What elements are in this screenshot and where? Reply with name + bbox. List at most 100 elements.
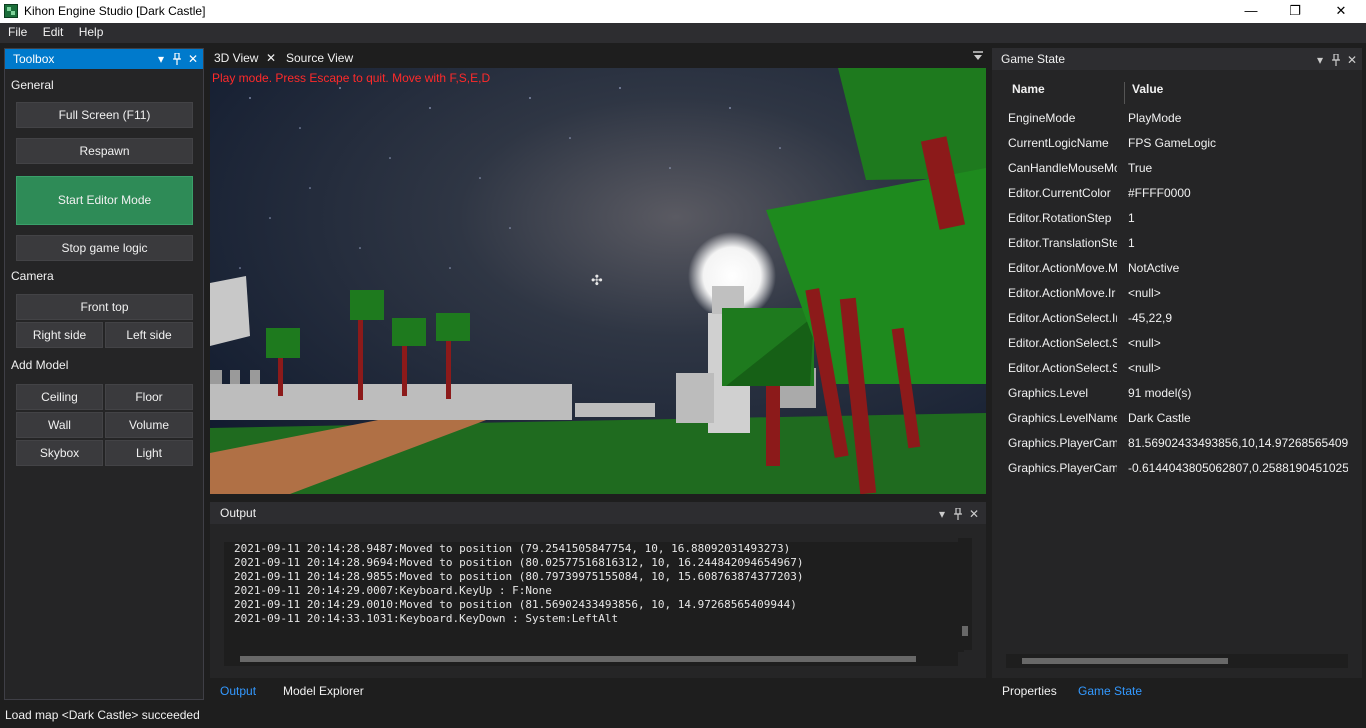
row-value: 81.56902433493856,10,14.9726856540994: [1128, 436, 1348, 450]
close-icon[interactable]: ✕: [185, 49, 201, 69]
menu-edit[interactable]: Edit: [39, 23, 68, 39]
table-row[interactable]: Graphics.LevelName Dark Castle: [1002, 406, 1342, 431]
pin-icon[interactable]: [1328, 49, 1344, 69]
status-bar: Load map <Dark Castle> succeeded: [0, 704, 1366, 728]
scroll-thumb[interactable]: [1022, 658, 1228, 664]
front-top-button[interactable]: Front top: [16, 294, 193, 320]
respawn-button[interactable]: Respawn: [16, 138, 193, 164]
log-line: 2021-09-11 20:14:29.0010:Moved to positi…: [234, 598, 797, 611]
table-row[interactable]: CurrentLogicName FPS GameLogic: [1002, 131, 1342, 156]
3d-viewport[interactable]: Play mode. Press Escape to quit. Move wi…: [210, 68, 986, 494]
add-ceiling-button[interactable]: Ceiling: [16, 384, 103, 410]
row-name: Editor.ActionSelect.S: [1008, 336, 1117, 350]
row-value: FPS GameLogic: [1128, 136, 1217, 150]
row-value: -45,22,9: [1128, 311, 1173, 325]
column-header-value[interactable]: Value: [1132, 82, 1163, 96]
table-row[interactable]: Editor.ActionMove.Ir <null>: [1002, 281, 1342, 306]
toolbox-header: Toolbox ▾ ✕: [5, 49, 203, 69]
log-line: 2021-09-11 20:14:29.0007:Keyboard.KeyUp …: [234, 584, 552, 597]
close-icon[interactable]: ✕: [266, 48, 276, 68]
table-row[interactable]: Editor.ActionMove.M NotActive: [1002, 256, 1342, 281]
table-row[interactable]: Editor.CurrentColor #FFFF0000: [1002, 181, 1342, 206]
tab-source-view[interactable]: Source View: [280, 48, 370, 68]
right-side-button[interactable]: Right side: [16, 322, 103, 348]
log-line: 2021-09-11 20:14:28.9487:Moved to positi…: [234, 542, 791, 555]
row-name: Graphics.Level: [1008, 386, 1089, 400]
log-line: 2021-09-11 20:14:33.1031:Keyboard.KeyDow…: [234, 612, 619, 625]
table-row[interactable]: Editor.ActionSelect.Ir -45,22,9: [1002, 306, 1342, 331]
add-volume-button[interactable]: Volume: [105, 412, 193, 438]
table-row[interactable]: Editor.RotationStep 1: [1002, 206, 1342, 231]
minimize-button[interactable]: —: [1228, 0, 1274, 23]
row-name: EngineMode: [1008, 111, 1076, 125]
row-value: 91 model(s): [1128, 386, 1192, 400]
row-name: Graphics.PlayerCame: [1008, 436, 1117, 450]
tab-properties[interactable]: Properties: [992, 680, 1067, 702]
add-skybox-button[interactable]: Skybox: [16, 440, 103, 466]
table-row[interactable]: EngineMode PlayMode: [1002, 106, 1342, 131]
start-editor-mode-button[interactable]: Start Editor Mode: [16, 176, 193, 225]
scroll-thumb[interactable]: [962, 626, 968, 636]
game-state-header: Game State ▾ ✕: [992, 48, 1362, 70]
menu-help[interactable]: Help: [75, 23, 108, 39]
toolbox-panel: Toolbox ▾ ✕ General Full Screen (F11) Re…: [4, 48, 204, 700]
table-row[interactable]: Editor.ActionSelect.S <null>: [1002, 356, 1342, 381]
app-icon: [4, 4, 18, 18]
tab-output[interactable]: Output: [210, 680, 267, 702]
game-state-horizontal-scrollbar[interactable]: [1006, 654, 1348, 668]
table-row[interactable]: CanHandleMouseMc True: [1002, 156, 1342, 181]
tab-menu-icon[interactable]: [972, 50, 986, 64]
column-divider[interactable]: [1124, 82, 1125, 104]
row-name: Graphics.LevelName: [1008, 411, 1117, 425]
add-wall-button[interactable]: Wall: [16, 412, 103, 438]
dropdown-icon[interactable]: ▾: [153, 49, 169, 69]
row-value: <null>: [1128, 336, 1161, 350]
close-icon[interactable]: ✕: [966, 503, 982, 523]
menu-file[interactable]: File: [4, 23, 31, 39]
table-row[interactable]: Graphics.PlayerCame 81.56902433493856,10,…: [1002, 431, 1348, 456]
output-vertical-scrollbar[interactable]: [958, 538, 972, 650]
row-name: CurrentLogicName: [1008, 136, 1109, 150]
row-name: CanHandleMouseMc: [1008, 161, 1117, 175]
restore-button[interactable]: ❐: [1272, 0, 1318, 23]
full-screen-button[interactable]: Full Screen (F11): [16, 102, 193, 128]
row-name: Editor.ActionSelect.S: [1008, 361, 1117, 375]
table-row[interactable]: Graphics.Level 91 model(s): [1002, 381, 1342, 406]
row-name: Editor.ActionMove.Ir: [1008, 286, 1116, 300]
row-value: 1: [1128, 211, 1135, 225]
row-value: True: [1128, 161, 1153, 175]
stop-game-logic-button[interactable]: Stop game logic: [16, 235, 193, 261]
add-floor-button[interactable]: Floor: [105, 384, 193, 410]
section-camera: Camera: [11, 269, 54, 283]
close-window-button[interactable]: ✕: [1318, 0, 1364, 23]
log-line: 2021-09-11 20:14:28.9855:Moved to positi…: [234, 570, 804, 583]
document-tabs: 3D View ✕ Source View: [208, 48, 988, 68]
pin-icon[interactable]: [169, 49, 185, 69]
pin-icon[interactable]: [950, 503, 966, 523]
table-row[interactable]: Graphics.PlayerCame -0.6144043805062807,0…: [1002, 456, 1348, 481]
table-row[interactable]: Editor.TranslationSte 1: [1002, 231, 1342, 256]
play-mode-message: Play mode. Press Escape to quit. Move wi…: [212, 71, 491, 85]
column-header-name[interactable]: Name: [1012, 82, 1045, 96]
row-value: <null>: [1128, 286, 1161, 300]
tab-model-explorer[interactable]: Model Explorer: [273, 680, 374, 702]
row-value: Dark Castle: [1128, 411, 1191, 425]
row-name: Editor.RotationStep: [1008, 211, 1112, 225]
status-text: Load map <Dark Castle> succeeded: [5, 708, 200, 722]
close-icon[interactable]: ✕: [1344, 49, 1360, 69]
tab-game-state[interactable]: Game State: [1068, 680, 1153, 702]
dropdown-icon[interactable]: ▾: [1312, 49, 1328, 69]
left-side-button[interactable]: Left side: [105, 322, 193, 348]
row-name: Editor.ActionMove.M: [1008, 261, 1117, 275]
table-row[interactable]: Editor.ActionSelect.S <null>: [1002, 331, 1342, 356]
tab-3d-view[interactable]: 3D View ✕: [208, 48, 280, 68]
scroll-thumb[interactable]: [240, 656, 916, 662]
output-horizontal-scrollbar[interactable]: [224, 652, 958, 666]
add-light-button[interactable]: Light: [105, 440, 193, 466]
dropdown-icon[interactable]: ▾: [934, 503, 950, 523]
menu-bar: File Edit Help: [0, 23, 1366, 43]
crosshair-icon: ✣: [591, 272, 603, 288]
output-header: Output ▾ ✕: [210, 502, 986, 524]
row-value: PlayMode: [1128, 111, 1182, 125]
game-state-panel: Game State ▾ ✕ Name Value EngineMode Play…: [992, 48, 1362, 678]
